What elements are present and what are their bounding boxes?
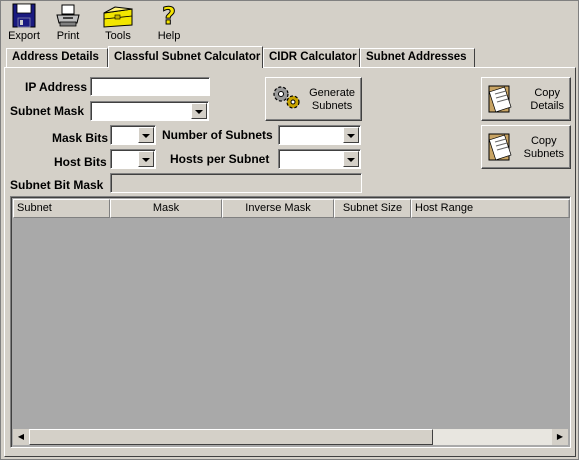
table-header: Subnet Mask Inverse Mask Subnet Size Hos… bbox=[13, 199, 570, 218]
tab-address-details[interactable]: Address Details bbox=[6, 48, 108, 67]
clipboard-icon bbox=[488, 133, 512, 161]
hosts-per-subnet-dropdown[interactable] bbox=[278, 149, 361, 169]
horizontal-scrollbar[interactable]: ◀ ▶ bbox=[13, 429, 568, 445]
mask-bits-dropdown[interactable] bbox=[110, 125, 156, 145]
ip-address-field[interactable] bbox=[90, 77, 210, 96]
export-button[interactable]: Export bbox=[5, 3, 43, 43]
subnet-table[interactable]: Subnet Mask Inverse Mask Subnet Size Hos… bbox=[10, 196, 571, 448]
scrollbar-thumb[interactable] bbox=[29, 429, 433, 445]
toolbar: Export Print Tools ? Help bbox=[1, 1, 578, 43]
column-header-inverse-mask[interactable]: Inverse Mask bbox=[222, 199, 334, 218]
tools-label: Tools bbox=[105, 30, 131, 42]
column-header-subnet[interactable]: Subnet bbox=[13, 199, 110, 218]
number-of-subnets-label: Number of Subnets bbox=[162, 128, 273, 142]
tab-cidr-calculator[interactable]: CIDR Calculator bbox=[263, 48, 360, 67]
tab-subnet-addresses[interactable]: Subnet Addresses bbox=[360, 48, 475, 67]
generate-subnets-text: Generate Subnets bbox=[309, 87, 355, 112]
help-label: Help bbox=[157, 30, 181, 42]
column-header-subnet-size[interactable]: Subnet Size bbox=[334, 199, 411, 218]
clipboard-icon bbox=[488, 85, 512, 113]
chevron-down-icon[interactable] bbox=[343, 127, 359, 143]
chevron-down-icon[interactable] bbox=[138, 151, 154, 167]
toolbox-icon bbox=[103, 6, 133, 28]
tab-classful-subnet-calculator[interactable]: Classful Subnet Calculator bbox=[108, 46, 263, 68]
mask-bits-label: Mask Bits bbox=[52, 131, 109, 145]
print-label: Print bbox=[56, 30, 80, 42]
subnet-bit-mask-label: Subnet Bit Mask bbox=[10, 178, 104, 192]
subnet-mask-label: Subnet Mask bbox=[10, 104, 85, 118]
copy-details-text: Copy Details bbox=[530, 87, 564, 112]
svg-text:?: ? bbox=[162, 3, 176, 29]
export-label: Export bbox=[8, 30, 40, 42]
number-of-subnets-dropdown[interactable] bbox=[278, 125, 361, 145]
chevron-down-icon[interactable] bbox=[191, 103, 207, 119]
chevron-down-icon[interactable] bbox=[138, 127, 154, 143]
copy-details-button[interactable]: Copy Details bbox=[481, 77, 571, 121]
column-header-host-range[interactable]: Host Range bbox=[411, 199, 570, 218]
tools-button[interactable]: Tools bbox=[99, 3, 137, 43]
subnet-bit-mask-field bbox=[110, 173, 362, 193]
generate-subnets-button[interactable]: Generate Subnets bbox=[265, 77, 362, 121]
column-header-mask[interactable]: Mask bbox=[110, 199, 222, 218]
chevron-down-icon[interactable] bbox=[343, 151, 359, 167]
floppy-disk-icon bbox=[12, 3, 36, 28]
scroll-right-icon[interactable]: ▶ bbox=[552, 429, 568, 445]
subnet-mask-dropdown[interactable] bbox=[90, 101, 209, 121]
copy-subnets-button[interactable]: Copy Subnets bbox=[481, 125, 571, 169]
help-button[interactable]: ? Help bbox=[153, 3, 185, 43]
scroll-left-icon[interactable]: ◀ bbox=[13, 429, 29, 445]
print-button[interactable]: Print bbox=[50, 3, 86, 43]
printer-icon bbox=[56, 4, 80, 27]
host-bits-dropdown[interactable] bbox=[110, 149, 156, 169]
question-mark-icon: ? bbox=[162, 3, 177, 29]
app-window: Export Print Tools ? Help Address Detail… bbox=[0, 0, 579, 460]
ip-address-label: IP Address bbox=[25, 80, 88, 94]
hosts-per-subnet-label: Hosts per Subnet bbox=[170, 152, 270, 166]
gears-icon bbox=[273, 86, 300, 109]
copy-subnets-text: Copy Subnets bbox=[523, 135, 564, 160]
host-bits-label: Host Bits bbox=[54, 155, 107, 169]
